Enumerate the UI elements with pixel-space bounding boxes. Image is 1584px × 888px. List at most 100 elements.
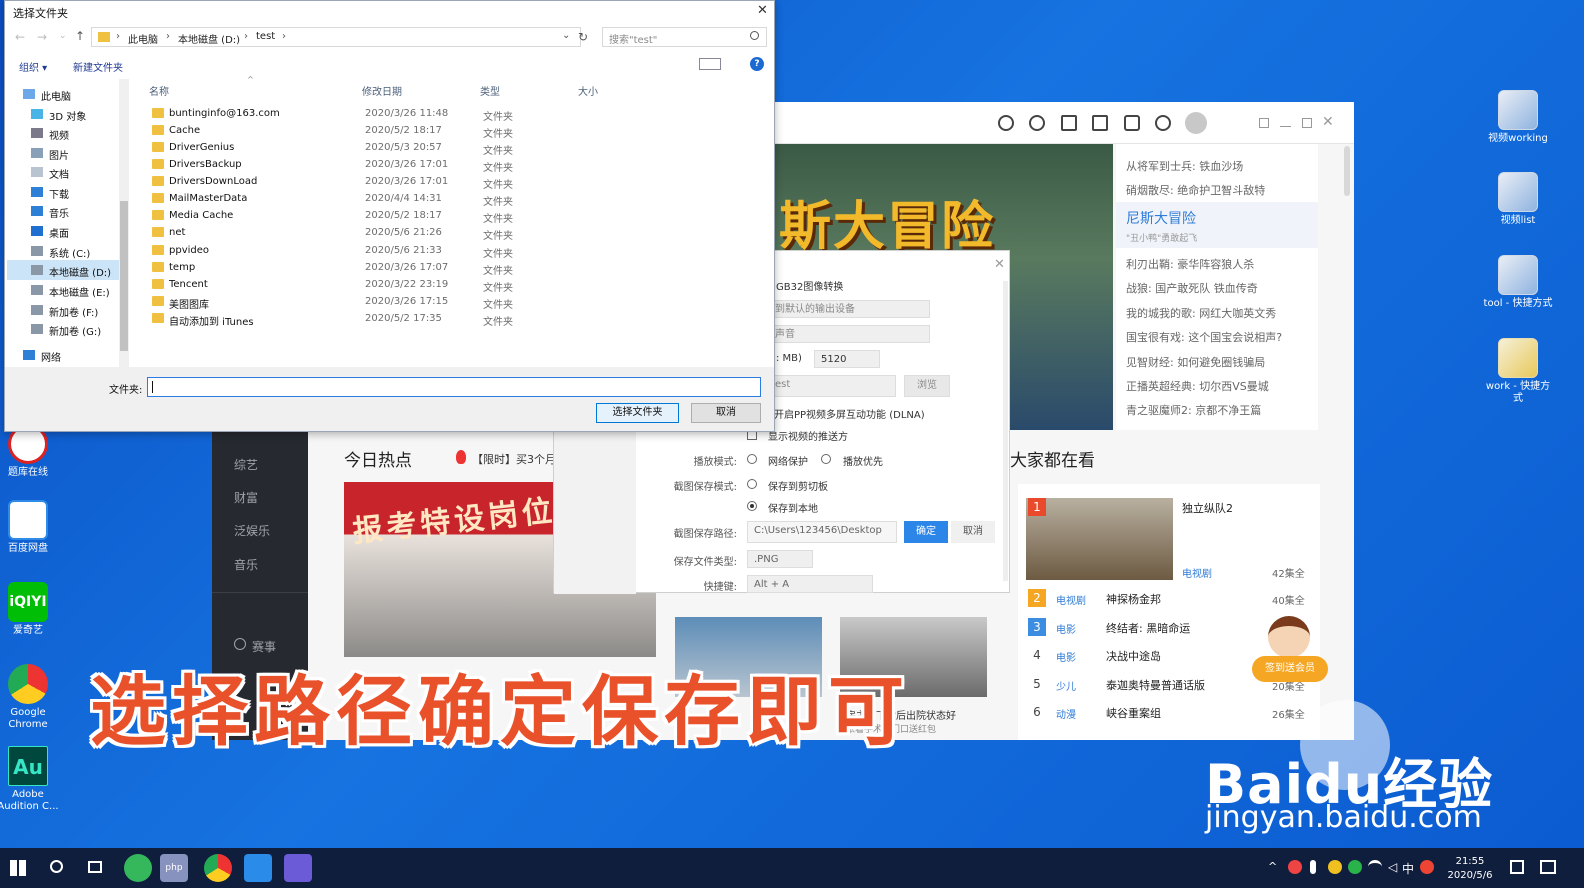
minimize-icon[interactable] (1280, 126, 1291, 127)
select-folder-button[interactable]: 选择文件夹 (596, 403, 679, 423)
nav-item-variety[interactable]: 综艺 (234, 456, 258, 473)
nav-drive-c[interactable]: 系统 (C:) (49, 245, 90, 260)
desktop-icon-baidu-netdisk[interactable]: 百度网盘 (0, 500, 64, 555)
list-item[interactable]: 从将军到士兵: 铁血沙场 (1126, 158, 1243, 174)
play-history-icon[interactable] (998, 115, 1014, 131)
nav-music[interactable]: 音乐 (49, 205, 69, 220)
nav-3d-objects[interactable]: 3D 对象 (49, 108, 86, 123)
download-icon[interactable] (1092, 115, 1108, 131)
nav-documents[interactable]: 文档 (49, 166, 69, 181)
dialog-titlebar[interactable]: 选择文件夹 ✕ (5, 1, 776, 23)
nav-drive-f[interactable]: 新加卷 (F:) (49, 304, 98, 319)
output-device-select[interactable]: 到默认的输出设备 (768, 300, 930, 318)
cancel-button[interactable]: 取消 (951, 521, 995, 543)
sogou-ime-icon[interactable] (1420, 860, 1434, 874)
close-icon[interactable]: ✕ (994, 257, 1005, 272)
message-center-icon[interactable] (1540, 860, 1556, 874)
address-bar[interactable]: › 此电脑 › 本地磁盘 (D:) › test › ⌄ (91, 27, 581, 47)
search-input[interactable]: 搜索"test" (602, 27, 767, 47)
back-icon[interactable]: ← (15, 30, 25, 44)
message-icon[interactable] (1124, 115, 1140, 131)
radio-clipboard[interactable] (747, 479, 757, 489)
hotkey-field[interactable]: Alt + A (747, 575, 873, 593)
hot-limit-promo[interactable]: 【限时】买3个月 (472, 451, 556, 467)
rank-tag[interactable]: 少儿 (1056, 678, 1076, 693)
pp-video-app-icon[interactable] (244, 854, 272, 882)
rank-tag[interactable]: 电影 (1056, 621, 1076, 636)
taskbar-time[interactable]: 21:55 (1440, 856, 1500, 867)
star-icon[interactable] (1061, 115, 1077, 131)
up-icon[interactable]: ↑ (75, 29, 85, 43)
avatar[interactable] (1185, 112, 1207, 134)
chevron-down-icon[interactable]: ⌄ (59, 31, 67, 41)
rank-tag[interactable]: 电影 (1056, 649, 1076, 664)
list-item[interactable]: 青之驱魔师2: 京都不净王篇 (1126, 402, 1261, 418)
task-view-icon[interactable] (88, 861, 102, 873)
nav-downloads[interactable]: 下载 (49, 186, 69, 201)
radio-network-protect[interactable] (747, 454, 757, 464)
table-row[interactable]: Tencent 2020/3/22 23:19 文件夹 (149, 276, 639, 294)
folder-input[interactable] (147, 377, 761, 397)
voice-select[interactable]: 声音 (768, 325, 930, 343)
taskbar-app-icon[interactable] (124, 854, 152, 882)
network-icon[interactable] (1368, 860, 1382, 874)
new-folder-button[interactable]: 新建文件夹 (73, 59, 123, 74)
nav-item-entertainment[interactable]: 泛娱乐 (234, 522, 270, 539)
file-type-select[interactable]: .PNG (747, 550, 813, 568)
desktop-icon-audition[interactable]: Au Adobe Audition C... (0, 746, 64, 813)
list-item[interactable]: 国宝很有戏: 这个国宝会说相声? (1126, 329, 1282, 345)
rank-title[interactable]: 泰迦奥特曼普通话版 (1106, 677, 1205, 693)
table-row[interactable]: DriversBackup 2020/3/26 17:01 文件夹 (149, 156, 639, 174)
table-row[interactable]: Media Cache 2020/5/2 18:17 文件夹 (149, 207, 639, 225)
rank-title[interactable]: 神探杨金邦 (1106, 591, 1161, 607)
rank-tag[interactable]: 动漫 (1056, 706, 1076, 721)
microphone-icon[interactable] (1310, 860, 1316, 874)
shot-path-field[interactable]: C:\Users\123456\Desktop (747, 521, 897, 543)
desktop-icon-work-shortcut[interactable]: work - 快捷方式 (1482, 338, 1554, 405)
browse-button[interactable]: 浏览 (904, 375, 950, 397)
table-row[interactable]: MailMasterData 2020/4/4 14:31 文件夹 (149, 190, 639, 208)
rank-title[interactable]: 终结者: 黑暗命运 (1106, 620, 1190, 636)
desktop-icon-tiku[interactable]: 题库在线 (0, 424, 64, 479)
nav-item-finance[interactable]: 财富 (234, 489, 258, 506)
settings-scrollbar[interactable] (1003, 281, 1008, 581)
table-row[interactable]: DriversDownLoad 2020/3/26 17:01 文件夹 (149, 173, 639, 191)
member-badge-button[interactable]: 签到送会员 (1252, 656, 1328, 682)
rank-title[interactable]: 独立纵队2 (1182, 500, 1233, 516)
chevron-down-icon[interactable]: ⌄ (562, 30, 570, 41)
confirm-button[interactable]: 确定 (904, 521, 948, 543)
dlna-option[interactable]: 开启PP视频多屏互动功能 (DLNA) (774, 406, 925, 421)
rank-title[interactable]: 决战中途岛 (1106, 648, 1161, 664)
radio-save-local[interactable] (747, 501, 757, 511)
column-header-name[interactable]: 名称 (149, 83, 169, 98)
table-row[interactable]: 自动添加到 iTunes 2020/5/2 17:35 文件夹 (149, 310, 639, 328)
list-item[interactable]: 我的城我的歌: 网红大咖英文秀 (1126, 305, 1276, 321)
organize-button[interactable]: 组织 ▾ (19, 59, 47, 74)
table-row[interactable]: Cache 2020/5/2 18:17 文件夹 (149, 122, 639, 140)
list-item[interactable]: 利刃出鞘: 豪华阵容狼人杀 (1126, 256, 1254, 272)
search-icon[interactable] (50, 860, 63, 873)
forward-icon[interactable]: → (37, 30, 47, 44)
ime-indicator[interactable]: 中 (1402, 860, 1414, 877)
breadcrumb-this-pc[interactable]: 此电脑 (128, 31, 158, 46)
tray-app-icon[interactable] (1328, 860, 1342, 874)
rank-tag[interactable]: 电视剧 (1182, 565, 1212, 580)
chrome-icon[interactable] (204, 854, 232, 882)
desktop-icon-tool-shortcut[interactable]: tool - 快捷方式 (1482, 255, 1554, 310)
mini-mode-icon[interactable] (1259, 118, 1269, 128)
radio-play-priority[interactable] (821, 454, 831, 464)
nav-videos[interactable]: 视频 (49, 127, 69, 142)
tray-app-icon[interactable] (1348, 860, 1362, 874)
nav-drive-e[interactable]: 本地磁盘 (E:) (49, 284, 110, 299)
table-row[interactable]: ppvideo 2020/5/6 21:33 文件夹 (149, 242, 639, 260)
table-row[interactable]: temp 2020/3/26 17:07 文件夹 (149, 259, 639, 277)
nav-scroll-thumb[interactable] (120, 201, 128, 351)
list-item[interactable]: 正播英超经典: 切尔西VS曼城 (1126, 378, 1269, 394)
list-item[interactable]: 见智财经: 如何避免圈钱骗局 (1126, 354, 1265, 370)
chevron-up-icon[interactable]: ^ (1268, 860, 1277, 873)
nav-this-pc[interactable]: 此电脑 (41, 88, 71, 103)
rank-title[interactable]: 峡谷重案组 (1106, 705, 1161, 721)
help-icon[interactable]: ? (750, 57, 764, 71)
cache-path-field[interactable]: est (768, 375, 896, 397)
nav-network[interactable]: 网络 (41, 349, 61, 364)
